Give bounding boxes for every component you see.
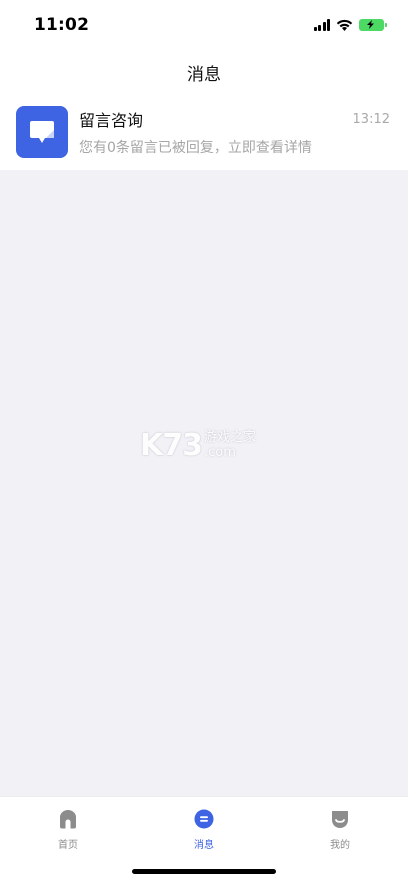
tab-home-label: 首页	[58, 840, 78, 851]
message-description: 您有0条留言已被回复，立即查看详情	[79, 140, 312, 156]
navigation-bar: 消息	[0, 50, 408, 95]
status-bar: 11:02	[0, 0, 408, 50]
tab-home[interactable]: 首页	[28, 809, 108, 851]
message-icon	[194, 809, 214, 829]
status-time: 11:02	[34, 15, 90, 35]
message-bubble-icon	[16, 106, 68, 158]
message-time: 13:12	[352, 111, 390, 127]
message-list-item[interactable]: 留言咨询 13:12 您有0条留言已被回复，立即查看详情	[0, 96, 408, 168]
tab-messages[interactable]: 消息	[164, 809, 244, 851]
watermark-logo-mark: K73	[140, 427, 203, 463]
content-area: K73 游戏之家 .com	[0, 170, 408, 796]
watermark-line-2: .com	[204, 445, 236, 460]
page-title: 消息	[187, 65, 221, 85]
wifi-icon	[336, 19, 353, 31]
home-indicator	[132, 869, 276, 874]
battery-icon	[359, 19, 387, 31]
message-header: 留言咨询 13:12	[79, 107, 392, 131]
signal-icon	[313, 19, 330, 31]
tab-mine[interactable]: 我的	[300, 809, 380, 851]
tab-messages-label: 消息	[194, 840, 214, 851]
watermark-line-1: 游戏之家	[204, 430, 257, 445]
tab-mine-label: 我的	[330, 840, 350, 851]
watermark-text: 游戏之家 .com	[204, 431, 256, 459]
watermark-logo: K73 游戏之家 .com	[140, 424, 268, 466]
status-icons	[313, 19, 387, 31]
profile-icon	[332, 811, 348, 828]
message-body: 留言咨询 13:12 您有0条留言已被回复，立即查看详情	[79, 107, 392, 157]
app-screen: 11:02 消息 留言咨询 13:12 您有0条留言已被回复，立即查看详情 K7…	[0, 0, 408, 883]
message-title: 留言咨询	[79, 111, 144, 130]
home-icon	[60, 810, 76, 829]
